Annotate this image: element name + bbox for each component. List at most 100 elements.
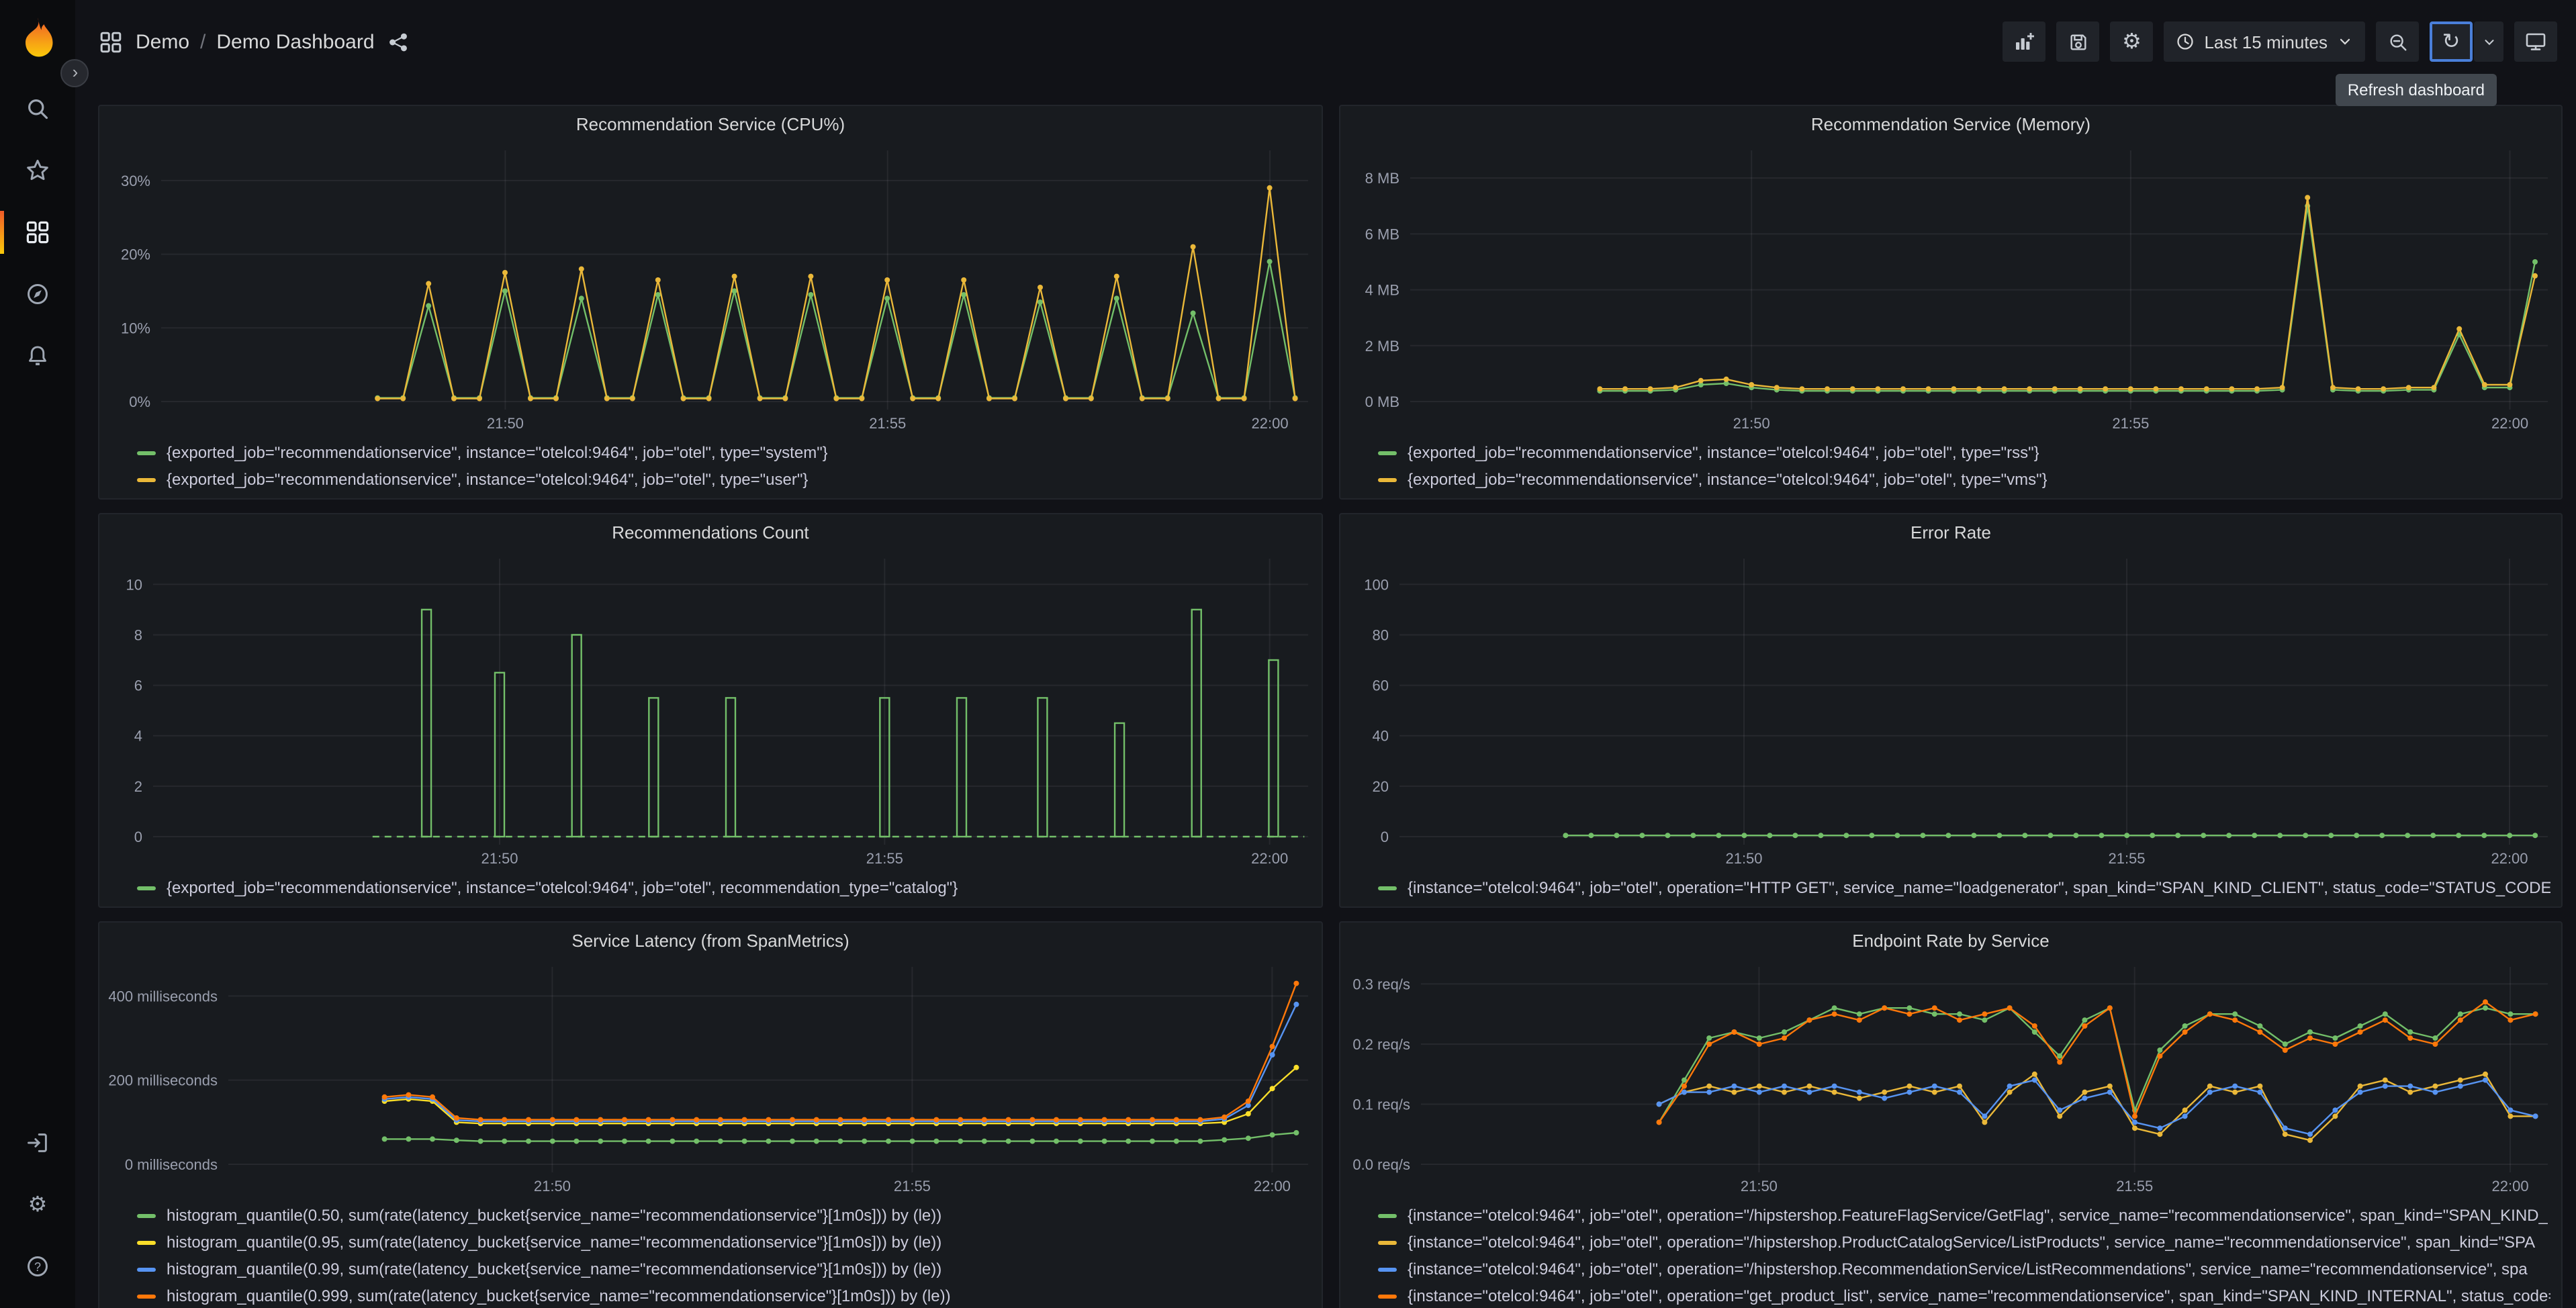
- legend-item[interactable]: {instance="otelcol:9464", job="otel", op…: [1378, 1229, 2550, 1256]
- breadcrumb-separator: /: [200, 30, 206, 53]
- legend-item[interactable]: histogram_quantile(0.95, sum(rate(latenc…: [137, 1229, 1311, 1256]
- clock-icon: [2177, 34, 2194, 50]
- breadcrumb-page[interactable]: Demo Dashboard: [216, 30, 374, 53]
- legend: histogram_quantile(0.50, sum(rate(latenc…: [99, 1199, 1322, 1308]
- legend-series-label: {exported_job="recommendationservice", i…: [167, 443, 828, 462]
- chart-recommendation-memory[interactable]: 0 MB 2 MB 4 MB 6 MB 8 MB 21:50 21:55 22:00: [1340, 142, 2561, 436]
- svg-text:8: 8: [134, 626, 142, 643]
- panel-title[interactable]: Recommendation Service (Memory): [1340, 106, 2561, 142]
- refresh-dashboard-button[interactable]: ↻: [2430, 21, 2473, 62]
- legend-item[interactable]: {exported_job="recommendationservice", i…: [1378, 439, 2550, 466]
- svg-text:21:55: 21:55: [866, 850, 903, 867]
- svg-text:21:50: 21:50: [1725, 850, 1762, 867]
- svg-text:21:55: 21:55: [2108, 850, 2145, 867]
- legend: {exported_job="recommendationservice", i…: [99, 436, 1322, 498]
- svg-text:10%: 10%: [121, 320, 150, 336]
- zoom-out-button[interactable]: [2376, 21, 2419, 62]
- sidebar-item-help[interactable]: ?: [11, 1235, 64, 1297]
- legend-series-label: {instance="otelcol:9464", job="otel", op…: [1408, 1233, 2536, 1252]
- panel-title[interactable]: Recommendations Count: [99, 514, 1322, 551]
- legend: {exported_job="recommendationservice", i…: [1340, 436, 2561, 498]
- svg-text:22:00: 22:00: [2492, 1178, 2529, 1195]
- refresh-tooltip: Refresh dashboard: [2335, 74, 2497, 106]
- svg-text:30%: 30%: [121, 173, 150, 189]
- sidebar-item-starred[interactable]: [11, 140, 64, 201]
- svg-text:0: 0: [1381, 829, 1389, 845]
- chart-svg: 0% 10% 20% 30% 21:50 21:55 22:00: [121, 150, 1308, 432]
- breadcrumb-section[interactable]: Demo: [136, 30, 189, 53]
- add-panel-icon: [2016, 33, 2035, 50]
- chart-recommendation-cpu[interactable]: 0% 10% 20% 30% 21:50 21:55 22:00: [99, 142, 1322, 436]
- legend-item[interactable]: {exported_job="recommendationservice", i…: [137, 439, 1311, 466]
- svg-text:400 milliseconds: 400 milliseconds: [108, 988, 218, 1005]
- sidebar-expand-button[interactable]: ›: [60, 59, 89, 87]
- legend-item[interactable]: histogram_quantile(0.99, sum(rate(latenc…: [137, 1256, 1311, 1282]
- legend-series-marker: [137, 1213, 156, 1217]
- breadcrumb: Demo / Demo Dashboard: [136, 30, 375, 53]
- legend-series-label: {instance="otelcol:9464", job="otel", op…: [1408, 1206, 2548, 1225]
- time-range-picker[interactable]: Last 15 minutes: [2164, 21, 2365, 62]
- legend-series-label: histogram_quantile(0.99, sum(rate(latenc…: [167, 1260, 942, 1278]
- chevron-down-icon: [2484, 39, 2493, 45]
- dashboard-settings-button[interactable]: ⚙: [2110, 21, 2154, 62]
- chart-service-latency[interactable]: 0 milliseconds 200 milliseconds 400 millis…: [99, 959, 1322, 1199]
- svg-text:21:50: 21:50: [487, 415, 524, 432]
- legend-series-marker: [137, 1267, 156, 1271]
- monitor-icon: [2526, 33, 2546, 50]
- legend-item[interactable]: histogram_quantile(0.999, sum(rate(laten…: [137, 1282, 1311, 1308]
- panel-title[interactable]: Error Rate: [1340, 514, 2561, 551]
- svg-text:6 MB: 6 MB: [1365, 226, 1399, 242]
- legend-item[interactable]: {instance="otelcol:9464", job="otel", op…: [1378, 874, 2550, 901]
- save-dashboard-button[interactable]: [2056, 21, 2100, 62]
- legend-item[interactable]: histogram_quantile(0.50, sum(rate(latenc…: [137, 1202, 1311, 1229]
- panel-title[interactable]: Endpoint Rate by Service: [1340, 923, 2561, 959]
- legend: {instance="otelcol:9464", job="otel", op…: [1340, 872, 2561, 906]
- svg-text:200 milliseconds: 200 milliseconds: [108, 1072, 218, 1089]
- svg-text:20%: 20%: [121, 246, 150, 263]
- add-panel-button[interactable]: [2003, 21, 2046, 62]
- sidebar-item-sign-in[interactable]: [11, 1112, 64, 1174]
- legend-item[interactable]: {instance="otelcol:9464", job="otel", op…: [1378, 1282, 2550, 1308]
- legend-item[interactable]: {exported_job="recommendationservice", i…: [137, 874, 1311, 901]
- grafana-logo-icon[interactable]: [13, 13, 62, 62]
- svg-text:2 MB: 2 MB: [1365, 338, 1399, 355]
- svg-text:40: 40: [1373, 728, 1389, 745]
- cycle-view-mode-button[interactable]: [2514, 21, 2557, 62]
- legend-series-label: histogram_quantile(0.95, sum(rate(latenc…: [167, 1233, 942, 1252]
- refresh-interval-dropdown[interactable]: [2474, 21, 2503, 62]
- navbar-right: ⚙ Last 15 minutes ↻: [2003, 21, 2557, 62]
- sidebar-item-dashboards[interactable]: [0, 201, 64, 263]
- legend-series-label: {instance="otelcol:9464", job="otel", op…: [1408, 1260, 2528, 1278]
- svg-text:22:00: 22:00: [1251, 850, 1288, 867]
- svg-text:21:50: 21:50: [1733, 415, 1770, 432]
- chart-svg: 0.0 req/s 0.1 req/s 0.2 req/s 0.3 req/s 21:5…: [1352, 967, 2548, 1195]
- search-icon: [28, 99, 48, 120]
- svg-text:21:55: 21:55: [869, 415, 906, 432]
- chart-error-rate[interactable]: 0 20 40 60 80 100 21:50 21:55 22:00: [1340, 551, 2561, 872]
- legend-item[interactable]: {instance="otelcol:9464", job="otel", op…: [1378, 1202, 2550, 1229]
- top-navbar: Demo / Demo Dashboard ⚙ Last 15 minutes …: [75, 0, 2576, 83]
- apps-grid-icon[interactable]: [99, 30, 122, 53]
- legend-item[interactable]: {exported_job="recommendationservice", i…: [1378, 466, 2550, 493]
- sidebar-item-settings[interactable]: ⚙: [11, 1174, 64, 1235]
- legend-item[interactable]: {instance="otelcol:9464", job="otel", op…: [1378, 1256, 2550, 1282]
- panel-error-rate: Error Rate 0 20 40 60 80 100 21:50 21:55 22:00 {…: [1339, 513, 2563, 908]
- panel-title[interactable]: Recommendation Service (CPU%): [99, 106, 1322, 142]
- sidebar-item-search[interactable]: [11, 78, 64, 140]
- chart-endpoint-rate[interactable]: 0.0 req/s 0.1 req/s 0.2 req/s 0.3 req/s 21:5…: [1340, 959, 2561, 1199]
- bell-icon: [29, 346, 46, 365]
- sidebar-item-explore[interactable]: [11, 263, 64, 325]
- svg-text:6: 6: [134, 678, 142, 694]
- sidebar-item-alerting[interactable]: [11, 325, 64, 387]
- share-icon[interactable]: [388, 32, 408, 52]
- legend: {instance="otelcol:9464", job="otel", op…: [1340, 1199, 2561, 1308]
- legend-item[interactable]: {exported_job="recommendationservice", i…: [137, 466, 1311, 493]
- refresh-icon: ↻: [2442, 28, 2460, 54]
- svg-text:80: 80: [1373, 626, 1389, 643]
- time-range-label: Last 15 minutes: [2204, 32, 2328, 52]
- panel-title[interactable]: Service Latency (from SpanMetrics): [99, 923, 1322, 959]
- chart-recommendations-count[interactable]: 0 2 4 6 8 10 21:50 21:55 22:00: [99, 551, 1322, 872]
- svg-text:22:00: 22:00: [2491, 415, 2528, 432]
- svg-text:22:00: 22:00: [1252, 415, 1289, 432]
- legend-series-marker: [1378, 1213, 1397, 1217]
